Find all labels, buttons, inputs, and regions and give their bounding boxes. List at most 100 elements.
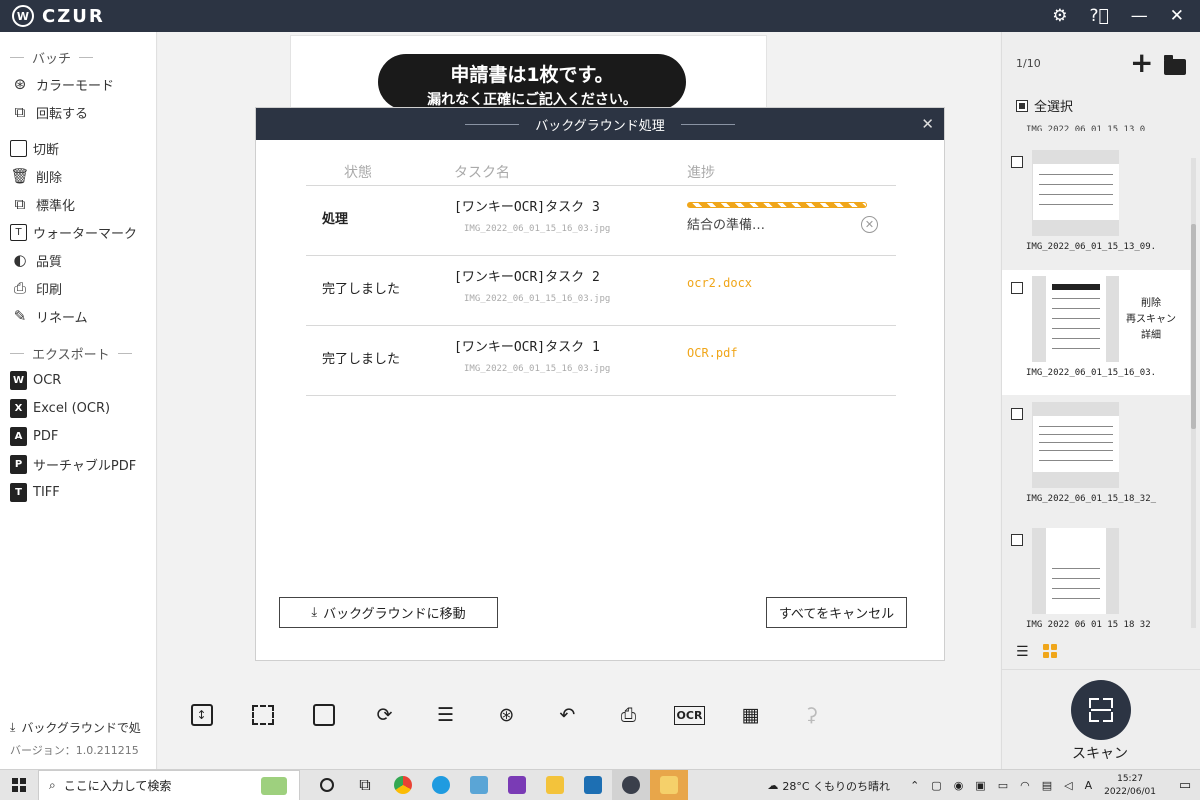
chevron-up-icon[interactable]: ⌃	[910, 779, 919, 792]
start-button[interactable]	[0, 770, 38, 800]
excel-icon: X	[10, 398, 27, 418]
crop-tool[interactable]	[305, 700, 342, 730]
tray-display-icon[interactable]: ▣	[975, 779, 985, 792]
qr-tool[interactable]: ▦	[732, 700, 769, 730]
color-circles-icon: ⊛	[498, 704, 515, 726]
clock[interactable]: 15:27 2022/06/01	[1104, 773, 1156, 799]
task-view-icon[interactable]: ⧉	[346, 770, 384, 800]
search-icon: ⌕	[49, 777, 56, 792]
weather-widget[interactable]: ☁ 28°C くもりのち晴れ	[767, 778, 890, 794]
folder-icon[interactable]	[1164, 55, 1186, 75]
grid-view-icon[interactable]	[1043, 644, 1057, 658]
context-details[interactable]: 詳細	[1126, 328, 1176, 344]
background-processing-link[interactable]: ⤓ バックグラウンドで処	[10, 715, 141, 739]
ime-indicator[interactable]: A	[1085, 779, 1093, 792]
sidebar-item-crop[interactable]: 切断	[0, 134, 156, 162]
notification-icon[interactable]: ▭	[1170, 778, 1200, 793]
title-bar: W CZUR ⚙ ?⃝ — ✕	[0, 0, 1200, 32]
thumbnail-item[interactable]: IMG 2022 06 01 15 18 32	[1002, 522, 1190, 647]
thumbnail-item-selected[interactable]: 削除 再スキャン 詳細 IMG_2022_06_01_15_16_03.	[1002, 270, 1190, 395]
sidebar-item-watermark[interactable]: T ウォーターマーク	[0, 218, 156, 246]
tray-app-icon[interactable]: ▢	[931, 779, 941, 792]
close-icon[interactable]: ✕	[1170, 6, 1184, 26]
output-file-link[interactable]: OCR.pdf	[687, 342, 896, 360]
taskbar-search-box[interactable]: ⌕ ここに入力して検索	[38, 769, 300, 800]
undo-tool[interactable]: ↶	[549, 700, 586, 730]
chrome-icon[interactable]	[384, 770, 422, 800]
help-icon[interactable]: ?⃝	[1090, 6, 1109, 26]
thumbnail-item[interactable]: IMG_2022_06_01_15_13_09.	[1002, 144, 1190, 269]
sidebar-item-print[interactable]: ⎙ 印刷	[0, 274, 156, 302]
output-file-link[interactable]: ocr2.docx	[687, 272, 896, 290]
unknown-app-icon[interactable]	[460, 770, 498, 800]
ocr-tool[interactable]: OCR	[671, 700, 708, 730]
header-progress: 進捗	[687, 164, 715, 181]
sidebar-item-delete[interactable]: 🗑 削除	[0, 162, 156, 190]
sticky-app-icon[interactable]	[650, 769, 688, 800]
sidebar-item-export-ocr[interactable]: W OCR	[0, 366, 156, 394]
thumbnail-item[interactable]: IMG_2022_06_01_15_18_32_	[1002, 396, 1190, 521]
scan-button[interactable]	[1071, 680, 1131, 740]
cloud-icon: ☁	[767, 779, 779, 792]
sidebar-item-rotate[interactable]: ⧉ 回転する	[0, 98, 156, 126]
thumbnail-checkbox[interactable]	[1011, 156, 1023, 168]
battery-icon[interactable]: ▭	[998, 779, 1008, 792]
minimize-icon[interactable]: —	[1131, 6, 1148, 26]
file-explorer-icon[interactable]	[536, 770, 574, 800]
dialog-close-icon[interactable]: ✕	[921, 115, 934, 133]
download-tray-icon: ⤓	[311, 605, 318, 620]
edge-icon[interactable]	[422, 770, 460, 800]
bottom-toolbar: ↕ ⟳ ☰ ⊛ ↶ ⎙ OCR ▦ ⚳	[183, 700, 830, 730]
wifi-icon[interactable]: ◠	[1020, 779, 1030, 792]
settings-gear-icon[interactable]: ⚙	[1052, 6, 1067, 26]
cancel-task-icon[interactable]: ✕	[861, 216, 878, 233]
list-view-icon[interactable]: ☰	[1016, 644, 1029, 660]
fit-height-tool[interactable]: ↕	[183, 700, 220, 730]
dialog-title: バックグラウンド処理	[535, 118, 665, 134]
thumbnail-image	[1032, 276, 1119, 362]
sidebar-item-export-searchable-pdf[interactable]: P サーチャブルPDF	[0, 450, 156, 478]
volume-icon[interactable]: ◁	[1064, 779, 1072, 792]
print-tool[interactable]: ⎙	[610, 700, 647, 730]
thumbnail-name: IMG_2022_06_01_15_16_03.	[1026, 368, 1157, 378]
document-preview: 申請書は1枚です。 漏れなく正確にご記入ください。	[290, 35, 767, 115]
calendar-app-icon[interactable]: ▤	[1042, 779, 1052, 792]
header-task: タスク名	[454, 164, 510, 181]
select-all-checkbox[interactable]: 全選択	[1016, 96, 1073, 115]
book-flatten-tool[interactable]: ⚳	[793, 700, 830, 730]
cancel-all-button[interactable]: すべてをキャンセル	[766, 597, 907, 628]
tiff-icon: T	[10, 482, 27, 502]
czur-taskbar-icon[interactable]	[612, 769, 650, 800]
context-delete[interactable]: 削除	[1126, 296, 1176, 312]
searchable-pdf-icon: P	[10, 454, 27, 474]
sidebar-item-export-excel[interactable]: X Excel (OCR)	[0, 394, 156, 422]
photos-icon[interactable]	[574, 770, 612, 800]
rotate-tool[interactable]: ⟳	[366, 700, 403, 730]
thumbnail-checkbox[interactable]	[1011, 534, 1023, 546]
sidebar-item-color-mode[interactable]: ⊛ カラーモード	[0, 70, 156, 98]
sidebar-item-standardize[interactable]: ⧉ 標準化	[0, 190, 156, 218]
move-to-background-button[interactable]: ⤓ バックグラウンドに移動	[279, 597, 498, 628]
undo-icon: ↶	[559, 704, 576, 726]
task-name: [ワンキーOCR]タスク 2	[454, 270, 600, 285]
watermark-icon: T	[10, 223, 27, 241]
scrollbar-thumb[interactable]	[1191, 224, 1196, 429]
export-section-title: エクスポート	[32, 347, 110, 363]
task-file: IMG_2022_06_01_15_16_03.jpg	[464, 224, 611, 234]
sidebar-item-export-tiff[interactable]: T TIFF	[0, 478, 156, 506]
select-area-tool[interactable]	[244, 700, 281, 730]
adjust-tool[interactable]: ☰	[427, 700, 464, 730]
tray-security-icon[interactable]: ◉	[954, 779, 964, 792]
color-tool[interactable]: ⊛	[488, 700, 525, 730]
page-counter: 1/10	[1016, 57, 1041, 70]
sidebar-item-export-pdf[interactable]: A PDF	[0, 422, 156, 450]
sidebar-item-quality[interactable]: ◐ 品質	[0, 246, 156, 274]
onenote-icon[interactable]	[498, 770, 536, 800]
sidebar-item-rename[interactable]: ✎ リネーム	[0, 302, 156, 330]
thumbnail-checkbox[interactable]	[1011, 282, 1023, 294]
add-plus-icon[interactable]: +	[1130, 49, 1153, 77]
crop-tool-icon	[312, 704, 335, 726]
thumbnail-checkbox[interactable]	[1011, 408, 1023, 420]
context-rescan[interactable]: 再スキャン	[1126, 312, 1176, 328]
cortana-icon[interactable]	[308, 770, 346, 800]
